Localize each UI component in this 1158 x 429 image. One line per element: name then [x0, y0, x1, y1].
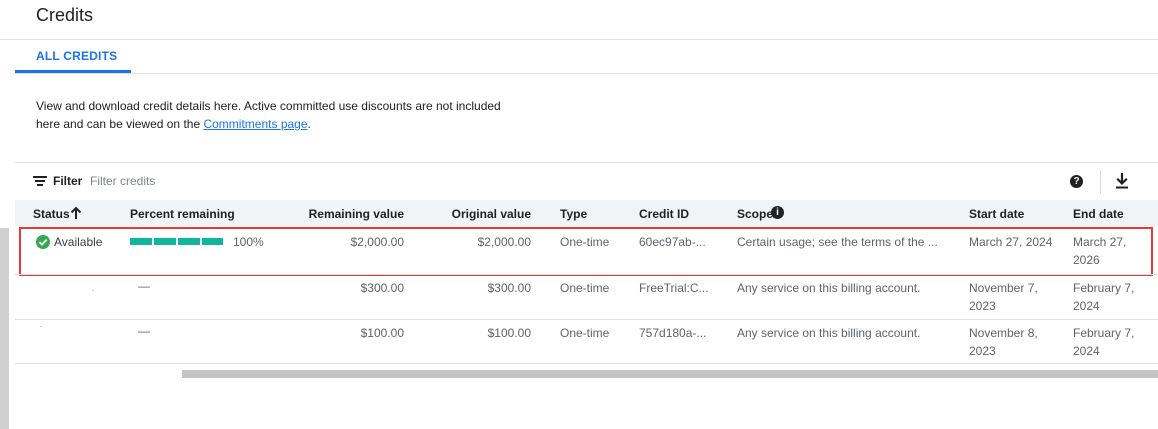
page-title: Credits — [36, 5, 94, 25]
column-percent-remaining[interactable]: Percent remaining — [130, 207, 235, 221]
arrow-up-icon[interactable] — [70, 206, 82, 220]
scope: Any service on this billing account. — [737, 281, 921, 295]
original-value: $300.00 — [487, 281, 531, 295]
end-date: February 7, 2024 — [1073, 281, 1135, 313]
credit-id: FreeTrial:C... — [639, 281, 709, 295]
info-text: View and download credit details here. A… — [36, 97, 526, 133]
download-icon[interactable] — [1115, 173, 1129, 189]
row-divider — [15, 319, 1158, 320]
column-original-value[interactable]: Original value — [430, 207, 531, 221]
column-status[interactable]: Status — [33, 207, 70, 221]
start-date: November 7, 2023 — [969, 281, 1038, 313]
row-divider — [15, 363, 1158, 364]
percent-remaining: — — [138, 279, 150, 293]
column-end-date[interactable]: End date — [1073, 207, 1124, 221]
tab-all-credits[interactable]: ALL CREDITS — [15, 40, 131, 73]
filter-label[interactable]: Filter — [53, 174, 82, 188]
filter-list-icon[interactable] — [33, 176, 47, 186]
scope: Any service on this billing account. — [737, 326, 921, 340]
tab-divider — [15, 73, 1158, 74]
credit-id: 757d180a-... — [639, 326, 707, 340]
type: One-time — [560, 326, 610, 340]
commitments-page-link[interactable]: Commitments page — [203, 117, 307, 131]
left-scrollbar[interactable] — [0, 228, 9, 429]
row-highlight — [19, 227, 1153, 276]
help-circle-icon[interactable]: ? — [1070, 175, 1083, 188]
faint-mark — [40, 326, 42, 327]
info-icon[interactable]: i — [771, 206, 784, 219]
horizontal-scrollbar[interactable] — [182, 370, 1158, 378]
column-scope[interactable]: Scope — [737, 207, 773, 221]
info-line-1: View and download credit details here. A… — [36, 99, 501, 113]
remaining-value: $300.00 — [360, 281, 404, 295]
column-start-date[interactable]: Start date — [969, 207, 1024, 221]
end-date: February 7, 2024 — [1073, 326, 1135, 358]
percent-remaining: — — [138, 324, 150, 338]
original-value: $100.00 — [487, 326, 531, 340]
column-credit-id[interactable]: Credit ID — [639, 207, 689, 221]
filter-input[interactable] — [90, 170, 390, 192]
type: One-time — [560, 281, 610, 295]
faint-mark — [92, 290, 94, 291]
info-line-end: . — [307, 117, 311, 131]
remaining-value: $100.00 — [360, 326, 404, 340]
title-divider — [0, 39, 1158, 40]
filter-divider — [15, 162, 1158, 163]
column-type[interactable]: Type — [560, 207, 587, 221]
row-divider — [15, 274, 1158, 275]
start-date: November 8, 2023 — [969, 326, 1038, 358]
toolbar-divider — [1100, 170, 1101, 194]
column-remaining-value[interactable]: Remaining value — [300, 207, 404, 221]
info-line-2: here and can be viewed on the — [36, 117, 204, 131]
